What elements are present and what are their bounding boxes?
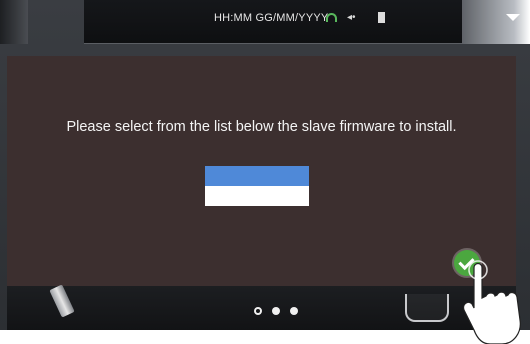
firmware-dialog: Please select from the list below the sl… [7, 56, 516, 286]
chevron-down-icon[interactable] [506, 14, 520, 21]
status-bar: HH:MM GG/MM/YYYY ◂• [84, 0, 462, 44]
device-frame: HH:MM GG/MM/YYYY ◂• Please select from t… [0, 0, 530, 330]
status-icons: ◂• [326, 12, 385, 23]
volume-icon: ◂• [347, 11, 356, 23]
flag-top-stripe [205, 166, 309, 186]
page-indicator [254, 307, 298, 315]
page-dot-2[interactable] [272, 307, 280, 315]
bottom-bar [7, 284, 516, 330]
coffee-spout-icon [49, 284, 75, 318]
page-dot-1[interactable] [254, 307, 262, 315]
battery-icon [377, 12, 385, 23]
device-edge-right [450, 0, 530, 44]
flag-bottom-stripe [205, 186, 309, 206]
page-dot-3[interactable] [290, 307, 298, 315]
pointing-hand-icon [463, 260, 521, 344]
dialog-message: Please select from the list below the sl… [66, 119, 457, 135]
wifi-icon [326, 13, 337, 22]
device-edge-left [0, 0, 28, 44]
firmware-option-flag[interactable] [205, 166, 309, 206]
clock-text: HH:MM GG/MM/YYYY [214, 12, 329, 24]
coffee-cup-icon [405, 294, 449, 322]
